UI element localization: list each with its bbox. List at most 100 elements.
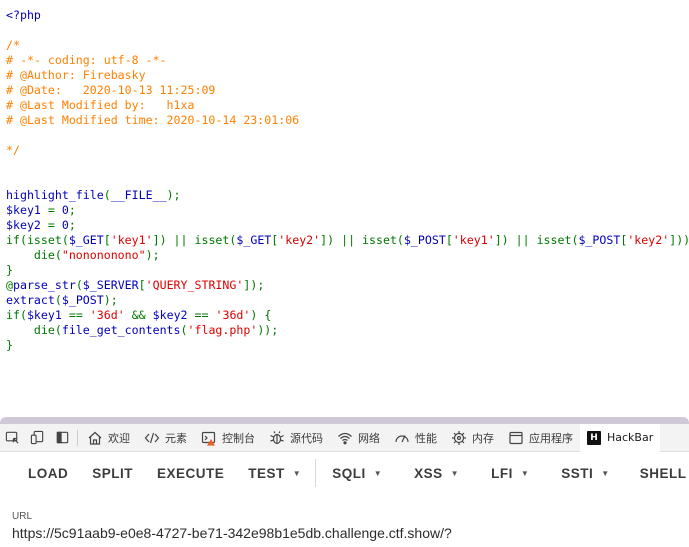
code-token: # @Date: 2020-10-13 11:25:09 — [6, 83, 216, 97]
code-brackets-icon — [144, 432, 160, 443]
code-token: ]); — [243, 278, 265, 292]
devtools-tab-bar: 欢迎 元素 控制台 源代码 网络 性能 内存 应用程序 H HackBar — [0, 423, 689, 452]
code-line: highlight_file(__FILE__); — [6, 188, 689, 203]
code-token: */ — [6, 143, 20, 157]
code-token: <?php — [6, 8, 41, 22]
code-token: [ — [138, 278, 146, 292]
button-label: SHELL — [639, 465, 687, 481]
code-token: file_get_contents — [61, 323, 181, 337]
code-token: 'key1' — [110, 233, 153, 247]
code-token: ]) || isset( — [152, 233, 237, 247]
button-label: EXECUTE — [157, 465, 225, 481]
code-token: 'key2' — [627, 233, 670, 247]
tab-label: 欢迎 — [108, 431, 130, 445]
code-token: $key2 — [6, 218, 48, 232]
code-token: # @Author: Firebasky — [6, 68, 146, 82]
code-token: die( — [6, 323, 62, 337]
code-token: [ — [103, 233, 111, 247]
code-token: ( — [180, 323, 188, 337]
code-token: /* — [6, 38, 20, 52]
code-token: && — [131, 308, 153, 322]
code-token: '36d' — [89, 308, 132, 322]
tab-label: 源代码 — [290, 431, 323, 445]
code-token: 'flag.php' — [187, 323, 258, 337]
code-token: $_POST — [61, 293, 104, 307]
tab-welcome[interactable]: 欢迎 — [80, 424, 137, 452]
application-window-icon — [509, 431, 523, 444]
code-line: } — [6, 263, 689, 278]
code-token: )); — [257, 323, 279, 337]
url-input[interactable] — [12, 523, 682, 543]
code-token: ; — [68, 218, 76, 232]
code-line: extract($_POST); — [6, 293, 689, 308]
code-line: /* — [6, 38, 689, 53]
code-token: $key2 — [152, 308, 195, 322]
xss-dropdown-button[interactable]: XSS ▼ — [394, 452, 471, 494]
memory-chip-icon — [452, 430, 466, 445]
button-label: XSS — [414, 465, 443, 481]
code-token: [ — [445, 233, 453, 247]
tab-application[interactable]: 应用程序 — [501, 424, 580, 452]
code-token: ); — [145, 248, 160, 262]
code-token: ); — [166, 188, 181, 202]
tab-label: 应用程序 — [529, 431, 573, 445]
code-line: # @Last Modified time: 2020-10-14 23:01:… — [6, 113, 689, 128]
code-token: == — [194, 308, 216, 322]
code-line: if(isset($_GET['key1']) || isset($_GET['… — [6, 233, 689, 248]
split-button[interactable]: SPLIT — [80, 452, 145, 494]
code-token: 0 — [61, 218, 69, 232]
code-token: = — [47, 218, 62, 232]
code-token: ]) || isset( — [320, 233, 404, 247]
code-token: $_GET — [236, 233, 272, 247]
code-line: # -*- coding: utf-8 -*- — [6, 53, 689, 68]
bug-icon — [270, 430, 284, 444]
tab-network[interactable]: 网络 — [330, 424, 387, 452]
code-token: extract — [6, 293, 55, 307]
caret-down-icon: ▼ — [373, 468, 383, 478]
code-line: @parse_str($_SERVER['QUERY_STRING']); — [6, 278, 689, 293]
code-token: ]) || isset( — [494, 233, 579, 247]
tab-label: 性能 — [415, 431, 437, 445]
code-line: } — [6, 338, 689, 353]
code-token: == — [68, 308, 90, 322]
load-button[interactable]: LOAD — [0, 452, 80, 494]
tab-label: HackBar — [607, 431, 654, 444]
code-token: = — [47, 203, 62, 217]
code-token: "nonononono" — [61, 248, 146, 262]
code-token: ( — [75, 278, 83, 292]
code-line: # @Last Modified by: h1xa — [6, 98, 689, 113]
inspect-icon[interactable] — [0, 424, 25, 452]
tab-sources[interactable]: 源代码 — [262, 424, 330, 452]
console-icon — [201, 431, 216, 446]
ssti-dropdown-button[interactable]: SSTI ▼ — [541, 452, 621, 494]
execute-button[interactable]: EXECUTE — [145, 452, 236, 494]
lfi-dropdown-button[interactable]: LFI ▼ — [471, 452, 541, 494]
code-line: die(file_get_contents('flag.php')); — [6, 323, 689, 338]
sqli-dropdown-button[interactable]: SQLI ▼ — [318, 452, 394, 494]
code-token: __FILE__ — [110, 188, 167, 202]
device-emulation-icon[interactable] — [25, 424, 50, 452]
code-token: 'key2' — [278, 233, 321, 247]
dock-panel-icon[interactable] — [50, 424, 75, 452]
tab-console[interactable]: 控制台 — [194, 424, 262, 452]
code-token: $key1 — [26, 308, 69, 322]
code-token: 0 — [61, 203, 69, 217]
code-line: if($key1 == '36d' && $key2 == '36d') { — [6, 308, 689, 323]
tab-performance[interactable]: 性能 — [387, 424, 444, 452]
tab-elements[interactable]: 元素 — [137, 424, 194, 452]
button-label: SQLI — [332, 465, 366, 481]
test-dropdown-button[interactable]: TEST ▼ — [236, 452, 313, 494]
tab-label: 内存 — [472, 431, 494, 445]
tab-memory[interactable]: 内存 — [444, 424, 501, 452]
shell-dropdown-button[interactable]: SHELL — [622, 452, 689, 494]
code-line: # @Author: Firebasky — [6, 68, 689, 83]
code-line: <?php — [6, 8, 689, 23]
code-token: ); — [103, 293, 118, 307]
code-token: # -*- coding: utf-8 -*- — [6, 53, 167, 67]
tab-hackbar[interactable]: H HackBar — [580, 423, 661, 452]
code-token: parse_str — [12, 278, 76, 292]
caret-down-icon: ▼ — [450, 468, 460, 478]
button-label: SPLIT — [92, 465, 134, 481]
